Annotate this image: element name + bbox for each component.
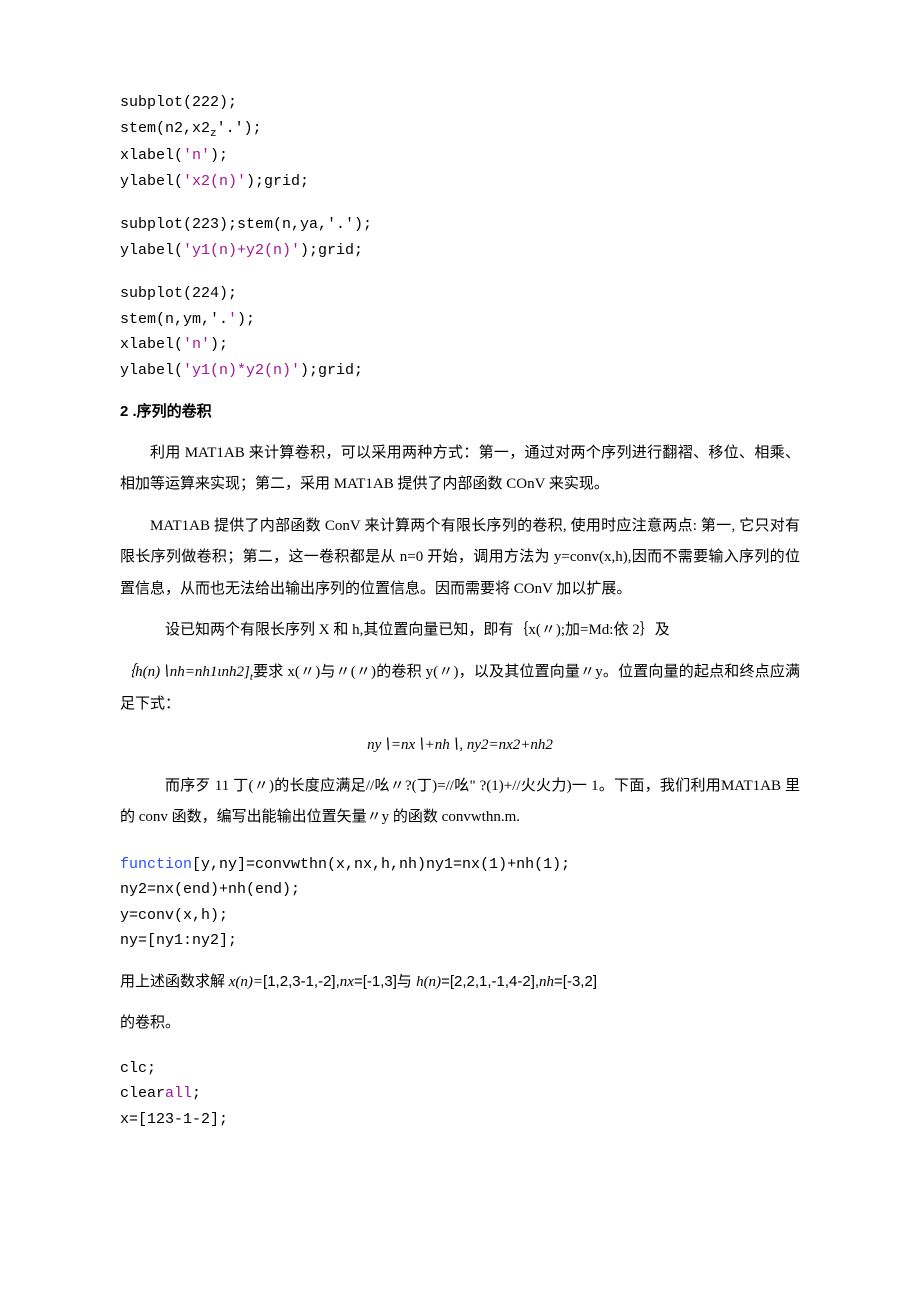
paragraph: MAT1AB 提供了内部函数 ConV 来计算两个有限长序列的卷积, 使用时应注…: [120, 511, 800, 606]
code-line: xlabel('n');: [120, 336, 228, 353]
code-line: xlabel('n');: [120, 147, 228, 164]
code-line: subplot(224);: [120, 285, 237, 302]
code-block-1: subplot(222); stem(n2,x2z'.'); xlabel('n…: [120, 90, 800, 194]
code-line: ny=[ny1:ny2];: [120, 932, 237, 949]
paragraph: 设已知两个有限长序列 X 和 h,其位置向量已知，即有｛x(〃);加=Md:依 …: [120, 615, 800, 647]
paragraph: 用上述函数求解 x(n)=[1,2,3-1,-2],nx=[-1,3]与 h(n…: [120, 966, 800, 999]
code-line: x=[123-1-2];: [120, 1111, 228, 1128]
paragraph: 而序歹 11 丁(〃)的长度应满足//吆〃?(丁)=//吆" ?(1)+//火火…: [120, 771, 800, 834]
document-page: subplot(222); stem(n2,x2z'.'); xlabel('n…: [0, 0, 920, 1301]
section-heading: 2 .序列的卷积: [120, 401, 800, 424]
code-line: function[y,ny]=convwthn(x,nx,h,nh)ny1=nx…: [120, 856, 570, 873]
code-line: clc;: [120, 1060, 156, 1077]
paragraph: 利用 MAT1AB 来计算卷积，可以采用两种方式：第一，通过对两个序列进行翻褶、…: [120, 438, 800, 501]
code-line: clearall;: [120, 1085, 201, 1102]
paragraph: 的卷积。: [120, 1008, 800, 1040]
code-line: stem(n2,x2z'.');: [120, 120, 262, 137]
code-line: subplot(222);: [120, 94, 237, 111]
formula: ny∖=nx∖+nh∖, ny2=nx2+nh2: [120, 734, 800, 757]
code-line: ny2=nx(end)+nh(end);: [120, 881, 300, 898]
code-line: subplot(223);stem(n,ya,'.');: [120, 216, 372, 233]
code-block-2: subplot(223);stem(n,ya,'.'); ylabel('y1(…: [120, 212, 800, 263]
code-block-4: function[y,ny]=convwthn(x,nx,h,nh)ny1=nx…: [120, 852, 800, 954]
code-line: ylabel('y1(n)+y2(n)');grid;: [120, 242, 363, 259]
code-line: ylabel('x2(n)');grid;: [120, 173, 309, 190]
code-line: stem(n,ym,'.');: [120, 311, 255, 328]
code-block-5: clc; clearall; x=[123-1-2];: [120, 1056, 800, 1133]
paragraph: ｛h(n)∖nh=nh1ιnh2]t要求 x(〃)与〃(〃)的卷积 y(〃)，以…: [120, 657, 800, 721]
code-line: y=conv(x,h);: [120, 907, 228, 924]
code-block-3: subplot(224); stem(n,ym,'.'); xlabel('n'…: [120, 281, 800, 383]
code-line: ylabel('y1(n)*y2(n)');grid;: [120, 362, 363, 379]
